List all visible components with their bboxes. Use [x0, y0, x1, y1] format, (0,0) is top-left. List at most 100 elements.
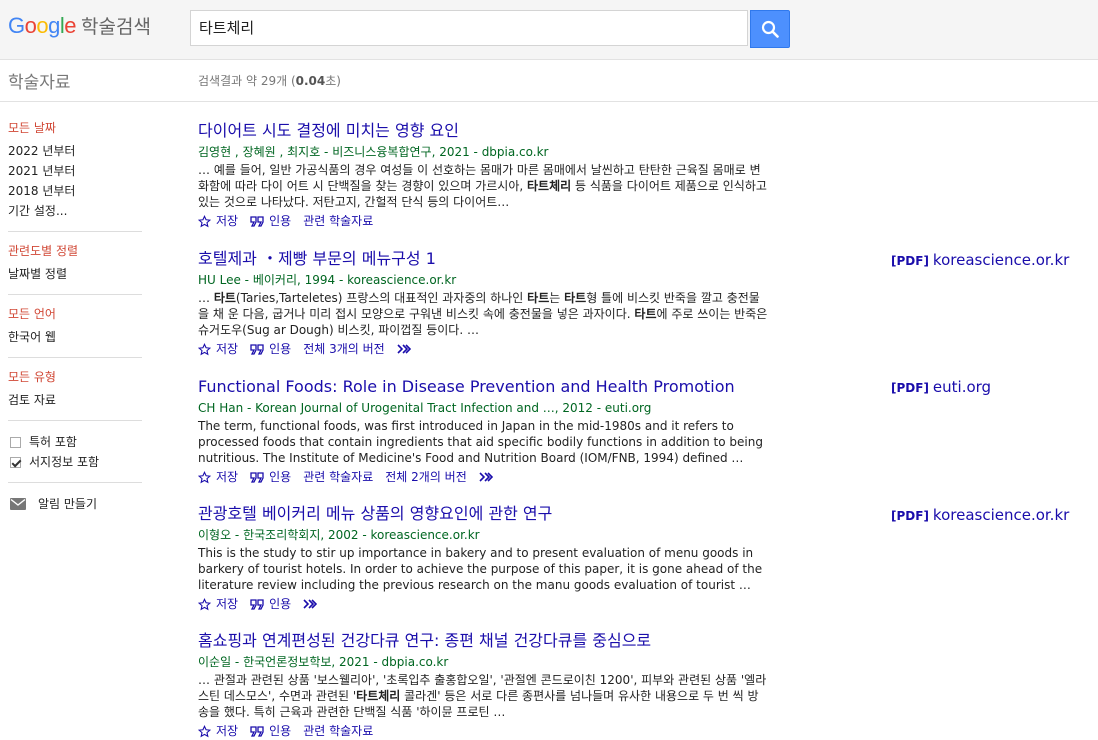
result-authors-meta[interactable]: HU Lee - 베이커리, 1994 - koreascience.or.kr: [198, 271, 778, 289]
date-filter-2018[interactable]: 2018 년부터: [8, 181, 142, 201]
result-authors-meta[interactable]: 이형오 - 한국조리학회지, 2002 - koreascience.or.kr: [198, 526, 778, 544]
search-icon: [761, 20, 779, 38]
envelope-icon: [10, 498, 26, 510]
related-articles-link-label: 관련 학술자료: [303, 470, 374, 484]
result-actions: 저장 인용: [198, 595, 778, 613]
cite-button-label: 인용: [269, 597, 292, 611]
include-patents-label: 특허 포함: [29, 435, 77, 449]
quote-icon: [250, 725, 264, 737]
save-button-label: 저장: [216, 342, 239, 356]
section-title: 학술자료: [8, 73, 71, 93]
save-button-label: 저장: [216, 724, 239, 738]
result-title-link[interactable]: 호텔제과 ・제빵 부문의 메뉴구성 1: [198, 249, 778, 269]
star-icon: [198, 470, 211, 484]
include-patents-row[interactable]: 특허 포함: [8, 432, 142, 452]
pdf-site: euti.org: [932, 378, 992, 396]
date-filter-custom[interactable]: 기간 설정...: [8, 201, 142, 221]
search-result: 호텔제과 ・제빵 부문의 메뉴구성 1 HU Lee - 베이커리, 1994 -…: [198, 249, 778, 358]
type-group: 모든 유형 검토 자료: [8, 369, 142, 421]
pdf-link[interactable]: [PDF] euti.org: [891, 378, 991, 396]
all-versions-link[interactable]: 전체 3개의 버전: [303, 340, 385, 358]
star-icon: [198, 342, 211, 356]
related-articles-link[interactable]: 관련 학술자료: [303, 468, 373, 486]
language-korean[interactable]: 한국어 웹: [8, 327, 142, 347]
sort-by-date[interactable]: 날짜별 정렬: [8, 264, 142, 284]
result-actions: 저장 인용 관련 학술자료 전체 2개의 버전: [198, 468, 778, 486]
sort-group: 관련도별 정렬 날짜별 정렬: [8, 243, 142, 295]
related-articles-link-label: 관련 학술자료: [303, 724, 374, 738]
cite-button[interactable]: 인용: [250, 212, 291, 230]
more-options-icon[interactable]: [303, 599, 318, 609]
cite-button-label: 인용: [269, 724, 292, 738]
star-icon: [198, 597, 211, 611]
date-filter-2021[interactable]: 2021 년부터: [8, 161, 142, 181]
save-button-label: 저장: [216, 214, 239, 228]
result-title-link[interactable]: 홈쇼핑과 연계편성된 건강다큐 연구: 종편 채널 건강다큐를 중심으로: [198, 631, 778, 651]
result-actions: 저장 인용 관련 학술자료: [198, 212, 778, 230]
result-snippet: … 예를 들어, 일반 가공식품의 경우 여성들 이 선호하는 몸매가 마른 몸…: [198, 163, 767, 209]
result-authors-meta[interactable]: 김영현 , 장혜원 , 최지호 - 비즈니스융복합연구, 2021 - dbpi…: [198, 143, 778, 161]
save-button[interactable]: 저장: [198, 468, 238, 486]
type-any[interactable]: 모든 유형: [8, 369, 142, 385]
stats-suffix: 초): [325, 74, 341, 88]
include-citations-row[interactable]: 서지정보 포함: [8, 452, 142, 472]
cite-button[interactable]: 인용: [250, 722, 291, 740]
stats-prefix: 검색결과 약 29개 (: [198, 74, 296, 88]
save-button[interactable]: 저장: [198, 722, 238, 740]
related-articles-link[interactable]: 관련 학술자료: [303, 722, 373, 740]
result-stats: 검색결과 약 29개 (0.04초): [198, 72, 341, 89]
save-button-label: 저장: [216, 470, 239, 484]
result-title-link[interactable]: Functional Foods: Role in Disease Preven…: [198, 377, 778, 397]
result-title-link[interactable]: 관광호텔 베이커리 메뉴 상품의 영향요인에 관한 연구: [198, 504, 778, 524]
search-input[interactable]: 타트체리: [190, 10, 748, 46]
checkbox-group: 특허 포함 서지정보 포함: [8, 432, 142, 483]
result-snippet: The term, functional foods, was first in…: [198, 419, 763, 465]
cite-button-label: 인용: [269, 342, 292, 356]
save-button[interactable]: 저장: [198, 595, 238, 613]
search-result: 홈쇼핑과 연계편성된 건강다큐 연구: 종편 채널 건강다큐를 중심으로이순일 …: [198, 631, 778, 740]
results-subbar: [0, 60, 1098, 102]
save-button[interactable]: 저장: [198, 340, 238, 358]
cite-button[interactable]: 인용: [250, 595, 291, 613]
result-snippet: … 타트(Taries,Tarteletes) 프랑스의 대표적인 과자중의 하…: [198, 291, 768, 337]
date-filter-2022[interactable]: 2022 년부터: [8, 141, 142, 161]
pdf-link[interactable]: [PDF] koreascience.or.kr: [891, 251, 1069, 269]
result-authors-meta[interactable]: 이순일 - 한국언론정보학보, 2021 - dbpia.co.kr: [198, 653, 778, 671]
pdf-link[interactable]: [PDF] koreascience.or.kr: [891, 506, 1069, 524]
result-snippet: This is the study to stir up importance …: [198, 546, 763, 592]
save-button-label: 저장: [216, 597, 239, 611]
result-title-link[interactable]: 다이어트 시도 결정에 미치는 영향 요인: [198, 121, 778, 141]
star-icon: [198, 724, 211, 738]
related-articles-link[interactable]: 관련 학술자료: [303, 212, 373, 230]
star-icon: [198, 214, 211, 228]
include-patents-checkbox[interactable]: [10, 436, 21, 448]
scholar-logo[interactable]: Google 학술검색: [8, 12, 151, 39]
cite-button[interactable]: 인용: [250, 468, 291, 486]
include-citations-label: 서지정보 포함: [29, 455, 100, 469]
type-review[interactable]: 검토 자료: [8, 390, 142, 410]
result-authors-meta[interactable]: CH Han - Korean Journal of Urogenital Tr…: [198, 399, 778, 417]
result-snippet: … 관절과 관련된 상품 '보스웰리아', '초록입추 출홍합오일', '관절엔…: [198, 673, 767, 719]
quote-icon: [250, 215, 264, 227]
pdf-tag: [PDF]: [891, 254, 929, 268]
cite-button[interactable]: 인용: [250, 340, 291, 358]
search-button[interactable]: [750, 10, 790, 48]
quote-icon: [250, 471, 264, 483]
stats-time: 0.04: [295, 74, 326, 88]
all-versions-link[interactable]: 전체 2개의 버전: [385, 468, 467, 486]
related-articles-link-label: 관련 학술자료: [303, 214, 374, 228]
create-alert[interactable]: 알림 만들기: [8, 494, 142, 514]
cite-button-label: 인용: [269, 470, 292, 484]
language-any[interactable]: 모든 언어: [8, 306, 142, 322]
more-options-icon[interactable]: [479, 472, 493, 482]
sort-by-relevance[interactable]: 관련도별 정렬: [8, 243, 142, 259]
save-button[interactable]: 저장: [198, 212, 238, 230]
date-filter-any[interactable]: 모든 날짜: [8, 120, 142, 136]
include-citations-checkbox[interactable]: [10, 456, 21, 468]
result-actions: 저장 인용 전체 3개의 버전: [198, 340, 778, 358]
cite-button-label: 인용: [269, 214, 292, 228]
all-versions-link-label: 전체 2개의 버전: [385, 470, 467, 484]
pdf-site: koreascience.or.kr: [932, 251, 1070, 269]
more-options-icon[interactable]: [397, 344, 411, 354]
all-versions-link-label: 전체 3개의 버전: [303, 342, 385, 356]
